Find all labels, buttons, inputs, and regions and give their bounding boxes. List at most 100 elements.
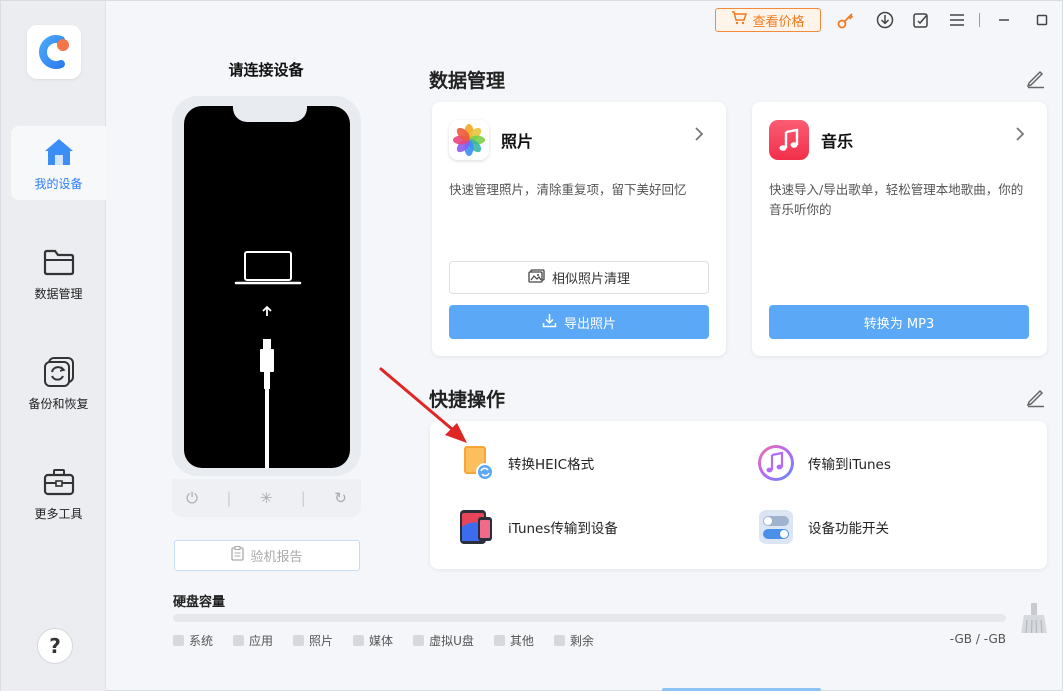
- download-icon[interactable]: [874, 9, 896, 31]
- legend-label: 媒体: [369, 634, 394, 648]
- export-photos-label: 导出照片: [563, 316, 616, 332]
- similar-photos-cleanup-button[interactable]: 相似照片清理: [449, 261, 709, 294]
- home-icon: [42, 135, 76, 169]
- sidebar-item-more-tools[interactable]: 更多工具: [11, 456, 106, 530]
- quick-action-transfer-itunes[interactable]: 传输到iTunes: [756, 443, 891, 483]
- minimize-icon[interactable]: [993, 9, 1015, 31]
- music-card-header: 音乐: [769, 120, 853, 160]
- sidebar-item-label: 更多工具: [34, 506, 83, 521]
- clipboard-icon: [231, 545, 245, 565]
- photo-cleanup-icon: [528, 268, 545, 287]
- legend-item: 剩余: [553, 632, 594, 649]
- device-status-title: 请连接设备: [228, 61, 304, 79]
- folder-icon: [42, 245, 76, 279]
- photos-card-description: 快速管理照片，清除重复项，留下美好回忆: [449, 182, 687, 197]
- quick-action-label: 转换HEIC格式: [508, 457, 595, 473]
- legend-swatch: [353, 635, 365, 646]
- cart-icon: [731, 11, 748, 29]
- export-photos-button[interactable]: 导出照片: [449, 305, 709, 339]
- app-window: 我的设备 数据管理 备份和恢复 更多工具 ? 查看价格 请连接设备 ⏻ | ✳ …: [0, 0, 1063, 691]
- photos-card-header: 照片: [449, 120, 533, 160]
- photos-card-title: 照片: [501, 132, 534, 151]
- legend-item: 照片: [293, 632, 333, 649]
- broom-icon[interactable]: [1019, 602, 1049, 634]
- logo-icon: [39, 35, 69, 69]
- photos-icon: [449, 120, 489, 160]
- legend-swatch: [493, 635, 505, 646]
- device-controls: ⏻ | ✳ | ↻: [172, 479, 361, 517]
- convert-mp3-label: 转换为 MP3: [863, 316, 935, 332]
- chevron-right-icon[interactable]: [1015, 126, 1025, 147]
- music-card-description: 快速导入/导出歌单，轻松管理本地歌曲，你的音乐听你的: [769, 182, 1024, 217]
- legend-swatch: [413, 635, 425, 646]
- music-card[interactable]: 音乐 快速导入/导出歌单，轻松管理本地歌曲，你的音乐听你的 转换为 MP3: [752, 102, 1047, 356]
- storage-value: -GB / -GB: [949, 632, 1006, 646]
- sidebar-item-label: 备份和恢复: [28, 396, 89, 411]
- help-button[interactable]: ?: [37, 628, 73, 664]
- music-icon: [769, 120, 809, 160]
- itunes-to-device-icon: [456, 507, 496, 547]
- convert-mp3-button[interactable]: 转换为 MP3: [769, 305, 1029, 339]
- refresh-icon[interactable]: ↻: [334, 489, 347, 507]
- title-bar-divider: [979, 13, 980, 27]
- loading-icon[interactable]: ✳: [260, 489, 273, 507]
- view-price-button[interactable]: 查看价格: [715, 8, 821, 32]
- legend-label: 应用: [249, 634, 274, 648]
- app-logo: [27, 25, 81, 79]
- legend-item: 应用: [233, 632, 273, 649]
- quick-action-itunes-to-device[interactable]: iTunes传输到设备: [456, 507, 618, 547]
- legend-label: 虚拟U盘: [429, 634, 474, 648]
- title-bar: 查看价格: [106, 1, 1062, 39]
- legend-swatch: [173, 635, 184, 646]
- legend-swatch: [233, 635, 245, 646]
- view-price-label: 查看价格: [752, 14, 805, 30]
- chevron-right-icon[interactable]: [694, 126, 704, 147]
- photos-card[interactable]: 照片 快速管理照片，清除重复项，留下美好回忆 相似照片清理 导出照片: [432, 102, 726, 356]
- itunes-icon: [756, 443, 796, 483]
- quick-action-device-toggles[interactable]: 设备功能开关: [756, 507, 889, 547]
- legend-label: 其他: [509, 634, 534, 648]
- inspection-report-button[interactable]: 验机报告: [174, 540, 360, 571]
- sidebar: 我的设备 数据管理 备份和恢复 更多工具 ?: [1, 1, 106, 691]
- toggle-icon: [756, 507, 796, 547]
- annotation-arrow-icon: [379, 367, 467, 443]
- legend-swatch: [553, 635, 565, 646]
- similar-photos-cleanup-label: 相似照片清理: [551, 272, 630, 287]
- backup-icon: [42, 355, 76, 389]
- quick-action-label: iTunes传输到设备: [508, 521, 618, 537]
- legend-label: 系统: [189, 634, 214, 648]
- edit-icon[interactable]: [1025, 67, 1047, 89]
- menu-icon[interactable]: [946, 9, 968, 31]
- sidebar-item-backup-restore[interactable]: 备份和恢复: [11, 346, 106, 420]
- toolbox-icon: [42, 465, 76, 499]
- legend-label: 照片: [309, 634, 334, 648]
- key-icon[interactable]: [835, 9, 857, 31]
- data-management-title: 数据管理: [429, 70, 506, 92]
- quick-action-label: 传输到iTunes: [808, 457, 891, 473]
- legend-swatch: [293, 635, 305, 646]
- edit-icon[interactable]: [1025, 386, 1047, 408]
- music-card-title: 音乐: [821, 132, 854, 151]
- export-icon: [542, 313, 557, 332]
- phone-screen: [184, 106, 350, 468]
- sidebar-item-label: 我的设备: [34, 176, 83, 191]
- quick-action-label: 设备功能开关: [808, 521, 889, 537]
- feedback-icon[interactable]: [910, 9, 932, 31]
- sidebar-item-my-device[interactable]: 我的设备: [11, 126, 106, 200]
- legend-item: 系统: [173, 632, 213, 649]
- legend-item: 其他: [493, 632, 534, 649]
- legend-item: 媒体: [353, 632, 393, 649]
- sidebar-item-data-management[interactable]: 数据管理: [11, 236, 106, 310]
- quick-actions-panel: 转换HEIC格式 传输到iTunes iTunes传输到设备 设备功能开关: [430, 421, 1047, 569]
- sidebar-item-label: 数据管理: [34, 286, 83, 301]
- phone-notch: [233, 102, 307, 122]
- power-icon[interactable]: ⏻: [186, 489, 198, 507]
- storage-title: 硬盘容量: [173, 595, 226, 610]
- maximize-icon[interactable]: [1031, 9, 1053, 31]
- storage-legend: 系统 应用 照片 媒体 虚拟U盘 其他 剩余: [173, 632, 594, 649]
- legend-item: 虚拟U盘: [413, 632, 474, 649]
- controls-divider: |: [226, 489, 232, 507]
- legend-label: 剩余: [569, 634, 594, 648]
- inspection-report-label: 验机报告: [250, 550, 303, 565]
- controls-divider: |: [300, 489, 306, 507]
